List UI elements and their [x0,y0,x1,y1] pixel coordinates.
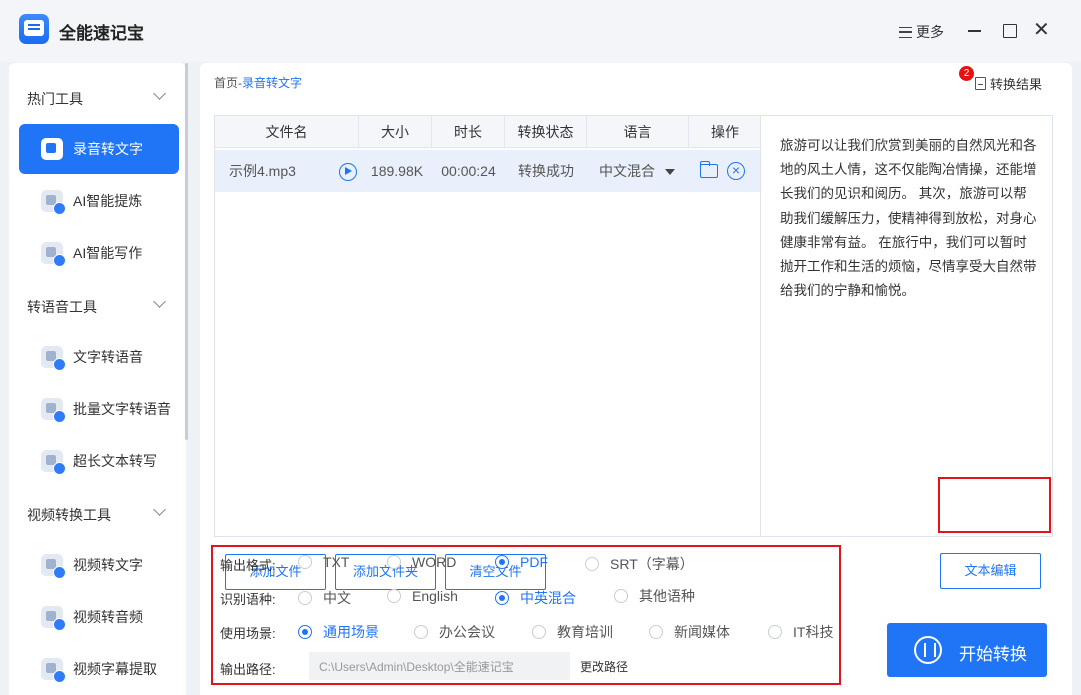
file-language-select[interactable]: 中文混合 [599,150,655,192]
radio-lang-other[interactable]: 其他语种 [614,586,695,606]
breadcrumb-current: 录音转文字 [242,76,303,90]
change-path-link[interactable]: 更改路径 [580,658,628,675]
start-conversion-label: 开始转换 [959,645,1027,664]
radio-scene-general[interactable]: 通用场景 [298,622,379,642]
sidebar-group-hot-tools[interactable]: 热门工具 [27,89,83,109]
sidebar-item-label: AI智能写作 [73,245,143,261]
sidebar-item-text-to-speech[interactable]: 文字转语音 [19,332,179,382]
long-text-icon [41,450,66,475]
highlight-box-edit [938,477,1051,533]
radio-lang-chinese[interactable]: 中文 [298,588,351,608]
sidebar-group-video-tools[interactable]: 视频转换工具 [27,505,111,525]
sidebar-item-ai-extract[interactable]: AI智能提炼 [19,176,179,226]
radio-lang-mixed[interactable]: 中英混合 [495,588,576,608]
radio-scene-meeting[interactable]: 办公会议 [414,622,495,642]
caret-down-icon[interactable] [665,169,675,175]
main-panel: 首页-录音转文字 2 转换结果 文件名 大小 时长 转换状态 语言 操作 示例4… [200,63,1072,695]
sidebar-item-label: 视频转文字 [73,557,143,573]
radio-format-pdf[interactable]: PDF [495,554,548,570]
col-header-duration: 时长 [432,116,505,148]
play-icon[interactable] [339,163,357,181]
transcript-text: 旅游可以让我们欣赏到美丽的自然风光和各地的风土人情，这不仅能陶冶情操，还能增长我… [780,138,1037,299]
language-label: 识别语种: [220,592,276,607]
chevron-down-icon[interactable] [153,87,166,100]
sidebar-item-audio-to-text[interactable]: 录音转文字 [19,124,179,174]
folder-icon[interactable] [699,161,718,178]
text-edit-button[interactable]: 文本编辑 [940,553,1041,589]
file-size: 189.98K [370,163,424,179]
breadcrumb: 首页-录音转文字 [214,74,302,91]
sidebar-item-label: AI智能提炼 [73,193,143,209]
more-menu-button[interactable]: 更多 [899,22,944,42]
waveform-icon [914,636,942,664]
title-bar: 全能速记宝 更多 ✕ [0,0,1081,62]
document-icon [975,77,986,90]
col-header-status: 转换状态 [505,116,587,148]
radio-scene-education[interactable]: 教育培训 [532,622,613,642]
output-path-field[interactable] [309,652,570,680]
table-row[interactable]: 示例4.mp3 189.98K 00:00:24 转换成功 中文混合 × [215,150,761,192]
col-header-actions: 操作 [711,124,739,140]
chevron-down-icon[interactable] [153,295,166,308]
col-header-language: 语言 [587,116,689,148]
maximize-button[interactable] [1002,22,1018,38]
radio-scene-news[interactable]: 新闻媒体 [649,622,730,642]
radio-format-word[interactable]: WORD [387,554,456,570]
sidebar-item-label: 超长文本转写 [73,453,157,469]
sidebar-item-video-to-audio[interactable]: 视频转音频 [19,592,179,642]
conversion-result-label: 转换结果 [990,77,1043,92]
start-conversion-button[interactable]: 开始转换 [887,623,1047,677]
sidebar-item-label: 视频转音频 [73,609,143,625]
sidebar-scrollbar[interactable] [185,63,188,440]
close-window-button[interactable]: ✕ [1033,20,1050,40]
minimize-button[interactable] [967,22,983,38]
menu-icon [899,26,912,38]
file-duration: 00:00:24 [441,163,496,179]
file-name: 示例4.mp3 [229,163,296,179]
subtitle-extract-icon [41,658,66,683]
output-settings: 输出格式: TXT WORD PDF SRT（字幕） 识别语种: 中文 Engl… [211,545,841,685]
video-to-text-icon [41,554,66,579]
ai-extract-icon [41,190,66,215]
remove-file-icon[interactable]: × [727,162,745,180]
table-header: 文件名 大小 时长 转换状态 语言 操作 [215,116,761,148]
radio-format-srt[interactable]: SRT（字幕） [585,554,694,574]
more-label: 更多 [916,24,944,40]
radio-scene-it[interactable]: IT科技 [768,622,833,642]
sidebar-item-label: 批量文字转语音 [73,401,171,417]
app-title: 全能速记宝 [59,24,144,43]
path-label: 输出路径: [220,662,276,677]
sidebar-group-speech-tools[interactable]: 转语音工具 [27,297,97,317]
radio-lang-english[interactable]: English [387,588,458,604]
conversion-result-link[interactable]: 转换结果 [975,74,1042,93]
sidebar-item-label: 视频字幕提取 [73,661,157,677]
app-logo-icon [19,14,49,44]
file-table: 文件名 大小 时长 转换状态 语言 操作 示例4.mp3 189.98K 00:… [214,115,761,590]
sidebar-item-video-to-text[interactable]: 视频转文字 [19,540,179,590]
text-preview-panel: 旅游可以让我们欣赏到美丽的自然风光和各地的风土人情，这不仅能陶冶情操，还能增长我… [760,115,1053,589]
format-label: 输出格式: [220,558,276,573]
sidebar-item-ai-writing[interactable]: AI智能写作 [19,228,179,278]
batch-text-to-speech-icon [41,398,66,423]
sidebar-item-label: 文字转语音 [73,349,143,365]
scene-label: 使用场景: [220,626,276,641]
result-count-badge: 2 [959,66,974,81]
audio-to-text-icon [41,138,63,160]
col-header-filename: 文件名 [215,116,359,148]
sidebar: 热门工具 录音转文字 AI智能提炼 AI智能写作 转语音工具 文字转语音 批量文… [9,63,186,695]
text-to-speech-icon [41,346,66,371]
sidebar-item-subtitle-extract[interactable]: 视频字幕提取 [19,644,179,694]
chevron-down-icon[interactable] [153,503,166,516]
breadcrumb-home[interactable]: 首页 [214,76,238,90]
col-header-size: 大小 [359,116,432,148]
video-to-audio-icon [41,606,66,631]
sidebar-item-batch-text-to-speech[interactable]: 批量文字转语音 [19,384,179,434]
ai-writing-icon [41,242,66,267]
sidebar-item-label: 录音转文字 [73,141,143,157]
sidebar-item-long-text-transcribe[interactable]: 超长文本转写 [19,436,179,486]
file-status: 转换成功 [518,163,574,179]
radio-format-txt[interactable]: TXT [298,554,349,570]
